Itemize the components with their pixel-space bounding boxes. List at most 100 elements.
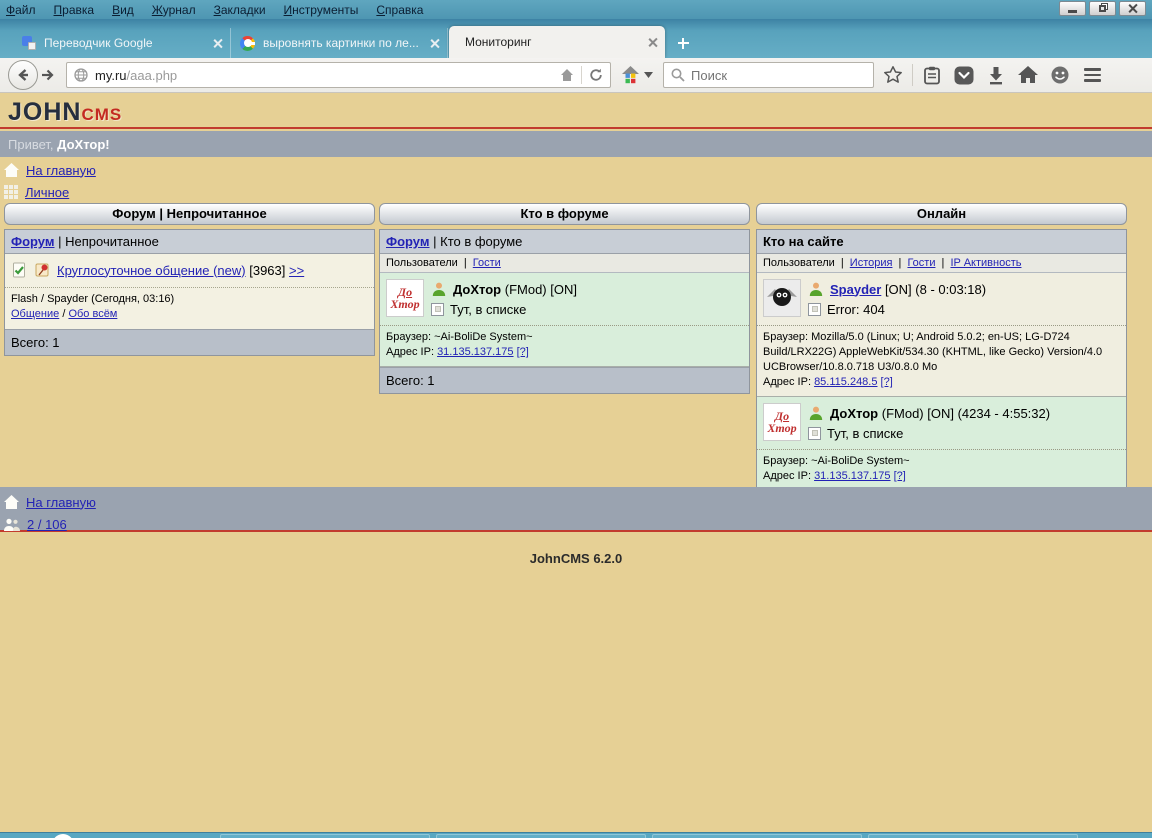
- search-input[interactable]: [691, 68, 867, 83]
- person-icon: [808, 281, 824, 297]
- user-browser: ~Ai-BoliDe System~: [811, 455, 909, 467]
- personal-link[interactable]: Личное: [25, 185, 69, 200]
- cms-version: JohnCMS 6.2.0: [0, 551, 1152, 566]
- tab-close-icon[interactable]: [429, 38, 439, 48]
- topic-more-link[interactable]: >>: [289, 263, 304, 278]
- home-link[interactable]: На главную: [26, 163, 96, 178]
- menu-help[interactable]: Справка: [376, 3, 423, 17]
- nav-home-row: На главную: [4, 159, 96, 181]
- category-link[interactable]: Общение: [11, 308, 59, 320]
- back-button[interactable]: [8, 60, 38, 90]
- breadcrumb: Форум | Непрочитанное: [5, 230, 374, 254]
- menu-button[interactable]: [1079, 62, 1105, 88]
- topic-link[interactable]: Круглосуточное общение (new): [57, 263, 246, 278]
- close-button[interactable]: [1119, 1, 1146, 16]
- avatar[interactable]: До Хтор: [386, 279, 424, 317]
- menu-view[interactable]: Вид: [112, 3, 134, 17]
- topic-detail: Flash / Spayder (Сегодня, 03:16) Общение…: [5, 287, 374, 329]
- globe-icon: [73, 67, 89, 83]
- username: ДоХтор: [453, 282, 501, 297]
- filter-ip-activity-link[interactable]: IP Активность: [950, 257, 1021, 269]
- total-row: Всего: 1: [5, 329, 374, 355]
- greeting-bar: Привет, ДоХтор!: [0, 131, 1152, 157]
- forum-link[interactable]: Форум: [11, 234, 54, 249]
- divider: [912, 64, 913, 86]
- new-tab-button[interactable]: [670, 31, 696, 55]
- bookmarks-panel-button[interactable]: [919, 62, 945, 88]
- ip-link[interactable]: 85.115.248.5: [814, 376, 877, 388]
- url-bar[interactable]: my.ru/aaa.php: [66, 62, 611, 88]
- taskbar-button[interactable]: [652, 834, 862, 838]
- menu-tools[interactable]: Инструменты: [284, 3, 359, 17]
- minimize-button[interactable]: [1059, 1, 1086, 16]
- restore-icon: [1099, 5, 1106, 12]
- ip-link[interactable]: 31.135.137.175: [437, 346, 513, 358]
- colorful-home-button[interactable]: [617, 62, 657, 88]
- downloads-button[interactable]: [983, 62, 1009, 88]
- taskbar-button[interactable]: [868, 834, 1078, 838]
- taskbar-button[interactable]: [220, 834, 430, 838]
- google-g-icon: [240, 36, 255, 51]
- menu-bookmarks[interactable]: Закладки: [214, 3, 266, 17]
- tab-close-icon[interactable]: [647, 37, 657, 47]
- restore-button[interactable]: [1089, 1, 1116, 16]
- subcategory-link[interactable]: Обо всём: [68, 308, 117, 320]
- home-button[interactable]: [1015, 62, 1041, 88]
- breadcrumb: Форум | Кто в форуме: [380, 230, 749, 254]
- avatar[interactable]: До Хтор: [763, 403, 801, 441]
- people-icon: [4, 518, 20, 531]
- home-gray-icon[interactable]: [559, 67, 575, 83]
- taskbar-button[interactable]: [436, 834, 646, 838]
- user-status: Тут, в списке: [827, 426, 903, 441]
- filter-history-link[interactable]: История: [850, 257, 893, 269]
- pin-page-icon[interactable]: [34, 262, 50, 278]
- forum-link[interactable]: Форум: [386, 234, 429, 249]
- menu-icon: [1084, 68, 1101, 71]
- panel-title: Кто в форуме: [379, 203, 750, 225]
- online-counter-link[interactable]: 2 / 106: [27, 517, 67, 532]
- user-status: Error: 404: [827, 302, 885, 317]
- filter-guests-link[interactable]: Гости: [473, 257, 501, 269]
- person-icon: [808, 405, 824, 421]
- filter-guests-link[interactable]: Гости: [907, 257, 935, 269]
- search-box[interactable]: [663, 62, 874, 88]
- username-link[interactable]: Spayder: [830, 282, 881, 297]
- checkbox-icon[interactable]: [808, 427, 821, 440]
- star-icon: [883, 65, 903, 85]
- footer-home-link[interactable]: На главную: [26, 495, 96, 510]
- nav-personal-row: Личное: [4, 181, 96, 203]
- back-icon: [15, 67, 31, 83]
- colorful-home-icon: [621, 66, 640, 84]
- tab-google-translate[interactable]: Переводчик Google: [14, 28, 231, 58]
- user-card-dohtor: До Хтор ДоХтор (FMod) [ON] (4234 - 4:55:…: [757, 397, 1126, 491]
- logo-cms: CMS: [81, 105, 122, 124]
- plus-icon: [678, 38, 689, 49]
- checkbox-icon[interactable]: [808, 303, 821, 316]
- menu-file[interactable]: Файл: [6, 3, 36, 17]
- hello-chat-button[interactable]: [1047, 62, 1073, 88]
- start-button[interactable]: [52, 834, 74, 838]
- pocket-button[interactable]: [951, 62, 977, 88]
- ip-link[interactable]: 31.135.137.175: [814, 470, 890, 482]
- ip-help-link[interactable]: [?]: [517, 346, 529, 358]
- menu-edit[interactable]: Правка: [54, 3, 95, 17]
- tab-close-icon[interactable]: [212, 38, 222, 48]
- tab-monitoring[interactable]: Мониторинг: [449, 26, 665, 58]
- filter-row: Пользователи | История | Гости | IP Акти…: [757, 254, 1126, 273]
- url-input[interactable]: my.ru/aaa.php: [95, 68, 553, 83]
- menu-history[interactable]: Журнал: [152, 3, 196, 17]
- ip-help-link[interactable]: [?]: [894, 470, 906, 482]
- house-icon: [4, 163, 19, 177]
- tab-google-search[interactable]: выровнять картинки по ле...: [232, 28, 448, 58]
- pocket-icon: [954, 66, 974, 85]
- avatar[interactable]: [763, 279, 801, 317]
- taskbar[interactable]: [0, 832, 1152, 838]
- panel-title: Онлайн: [756, 203, 1127, 225]
- ip-help-link[interactable]: [?]: [881, 376, 893, 388]
- checkbox-icon[interactable]: [431, 303, 444, 316]
- caret-down-icon: [644, 72, 653, 78]
- check-page-icon[interactable]: [11, 262, 27, 278]
- bookmark-star-button[interactable]: [880, 62, 906, 88]
- site-header: JOHNCMS: [0, 93, 1152, 129]
- reload-icon[interactable]: [588, 67, 604, 83]
